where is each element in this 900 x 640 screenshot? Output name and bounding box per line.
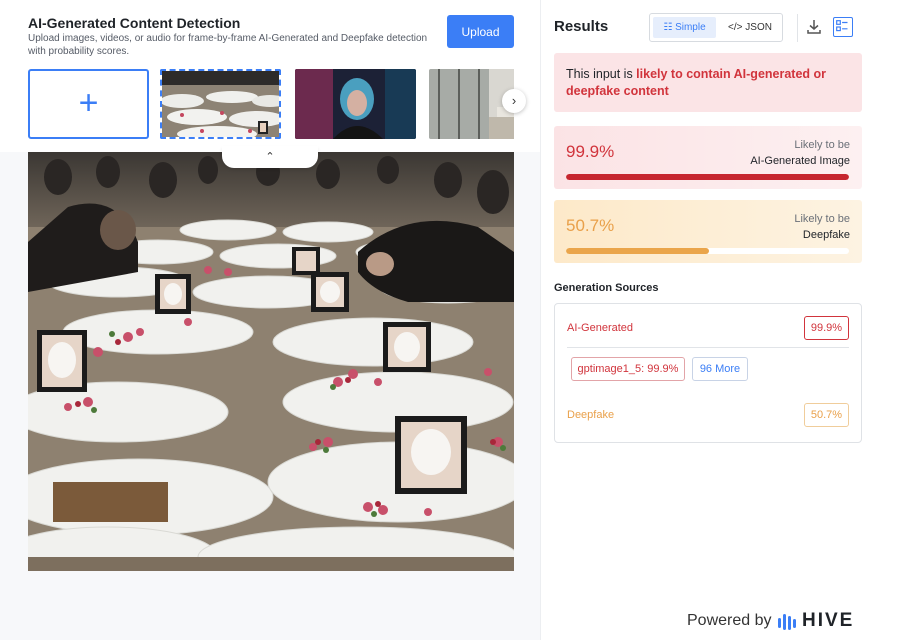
- generation-sources-title: Generation Sources: [554, 282, 659, 294]
- deepfake-percent: 50.7%: [566, 216, 615, 235]
- analyzed-image-graphic: [28, 152, 514, 571]
- thumbnail-image: [162, 71, 279, 137]
- thumbnail-image: [295, 69, 416, 139]
- more-models-button[interactable]: 96 More: [692, 357, 748, 381]
- ai-generated-progress-track: [566, 174, 849, 180]
- ai-generated-likely: Likely to be AI-Generated Image: [750, 137, 850, 169]
- thumbnail-2[interactable]: [295, 69, 416, 139]
- page-title: AI-Generated Content Detection: [28, 15, 241, 31]
- likely-label: Likely to be: [794, 139, 850, 151]
- toolbar-divider: [797, 14, 798, 42]
- sources-divider: [567, 347, 849, 348]
- likely-label: Likely to be: [794, 213, 850, 225]
- deepfake-likely: Likely to be Deepfake: [794, 211, 850, 243]
- simple-view-label: Simple: [675, 22, 706, 33]
- ai-generated-card: 99.9% Likely to be AI-Generated Image: [554, 126, 862, 189]
- results-title: Results: [554, 18, 609, 35]
- json-view-tab[interactable]: </> JSON: [720, 17, 780, 38]
- deepfake-source-badge: 50.7%: [804, 403, 849, 427]
- generation-sources-box: AI-Generated 99.9% gptimage1_5: 99.9% 96…: [554, 303, 862, 443]
- thumbnail-image: [429, 69, 514, 139]
- model-chip[interactable]: gptimage1_5: 99.9%: [571, 357, 685, 381]
- ai-generated-source-label: AI-Generated: [567, 322, 634, 334]
- hive-logo-icon: [778, 614, 796, 630]
- thumbnail-3[interactable]: [429, 69, 514, 139]
- alert-prefix: This input is: [566, 67, 637, 81]
- view-toggle: ☷ Simple </> JSON: [649, 13, 783, 42]
- deepfake-category: Deepfake: [802, 229, 850, 241]
- thumbnail-selected[interactable]: [160, 69, 281, 139]
- ai-generated-category: AI-Generated Image: [750, 155, 850, 167]
- upload-panel: AI-Generated Content Detection Upload im…: [0, 0, 540, 640]
- powered-by-text: Powered by: [687, 612, 772, 629]
- download-icon[interactable]: [806, 18, 822, 36]
- plus-icon: +: [78, 84, 99, 122]
- upload-header: AI-Generated Content Detection Upload im…: [0, 0, 540, 152]
- list-view-icon: ☷: [663, 22, 676, 33]
- deepfake-progress-bar: [566, 248, 710, 254]
- deepfake-card: 50.7% Likely to be Deepfake: [554, 200, 862, 263]
- upload-button[interactable]: Upload: [447, 15, 514, 48]
- result-alert: This input is likely to contain AI-gener…: [554, 53, 862, 112]
- next-thumbnails-button[interactable]: ›: [502, 89, 526, 113]
- deepfake-progress-track: [566, 248, 849, 254]
- add-media-button[interactable]: +: [28, 69, 149, 139]
- simple-view-tab[interactable]: ☷ Simple: [653, 17, 716, 38]
- report-icon[interactable]: [833, 17, 853, 37]
- page-subtitle: Upload images, videos, or audio for fram…: [28, 33, 428, 57]
- thumbnail-strip: +: [28, 69, 514, 139]
- ai-generated-source-badge: 99.9%: [804, 316, 849, 340]
- analyzed-image: [28, 152, 514, 571]
- results-panel: Results ☷ Simple </> JSON This input is …: [540, 0, 900, 640]
- hive-brand: HIVE: [802, 610, 855, 631]
- ai-generated-progress-bar: [566, 174, 849, 180]
- ai-generated-percent: 99.9%: [566, 142, 615, 161]
- deepfake-source-label: Deepfake: [567, 409, 615, 421]
- collapse-thumbnails-button[interactable]: ⌃: [222, 146, 318, 168]
